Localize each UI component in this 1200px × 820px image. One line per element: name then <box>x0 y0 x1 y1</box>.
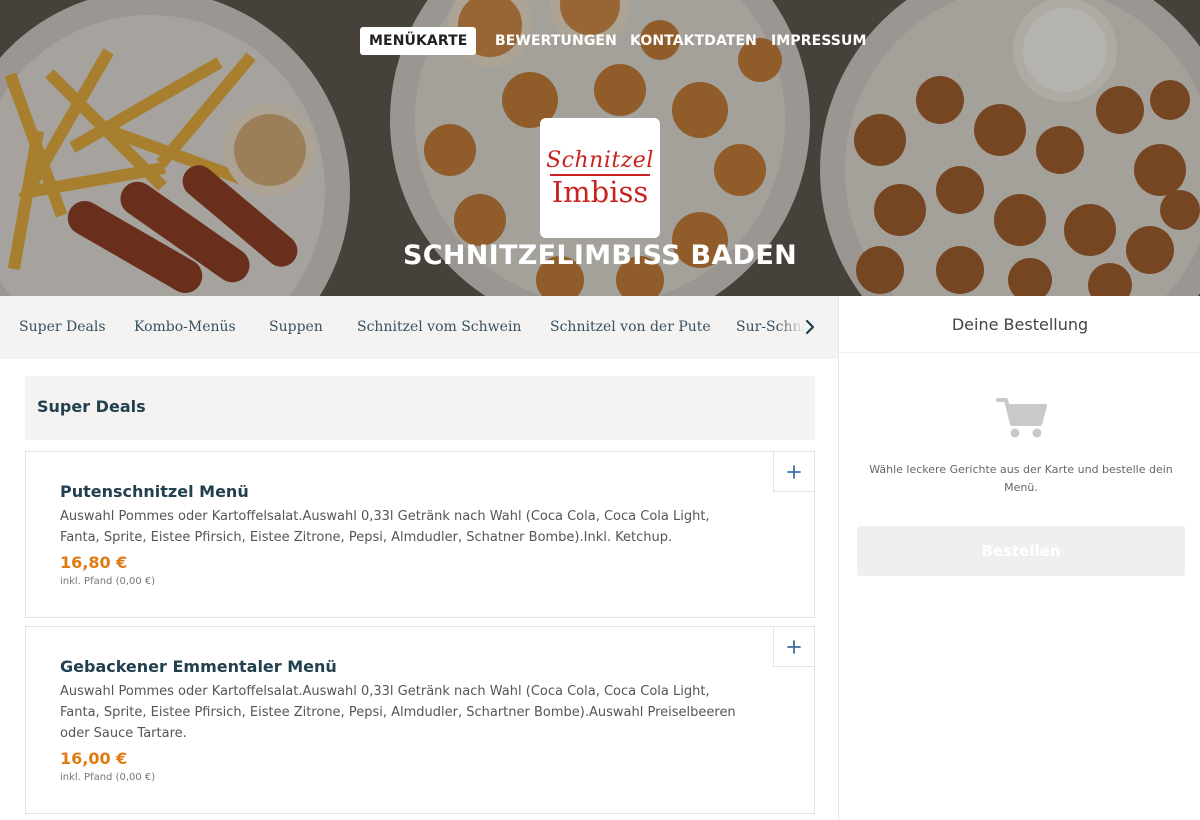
dish-deposit: inkl. Pfand (0,00 €) <box>60 772 156 783</box>
category-bar: Super Deals Kombo-Menüs Suppen Schnitzel… <box>0 296 838 359</box>
category-schnitzel-pute[interactable]: Schnitzel von der Pute <box>550 296 711 359</box>
add-dish-button[interactable] <box>773 627 814 667</box>
dish-deposit: inkl. Pfand (0,00 €) <box>60 576 156 587</box>
checkout-button[interactable]: Bestellen <box>857 526 1185 576</box>
category-suppen[interactable]: Suppen <box>269 296 323 359</box>
dish-card[interactable]: Gebackener Emmentaler Menü Auswahl Pomme… <box>25 626 815 814</box>
logo-line-1: Schnitzel <box>546 148 654 173</box>
hero-banner: MENÜKARTE BEWERTUNGEN KONTAKTDATEN IMPRE… <box>0 0 1200 296</box>
category-schnitzel-schwein[interactable]: Schnitzel vom Schwein <box>357 296 521 359</box>
nav-kontaktdaten[interactable]: KONTAKTDATEN <box>630 27 757 55</box>
dish-price: 16,80 € <box>60 553 128 572</box>
section-header: Super Deals <box>25 376 815 440</box>
nav-impressum[interactable]: IMPRESSUM <box>771 27 866 55</box>
dish-name: Gebackener Emmentaler Menü <box>60 657 337 676</box>
add-dish-button[interactable] <box>773 452 814 492</box>
restaurant-name: SCHNITZELIMBISS BADEN <box>403 240 797 271</box>
dish-card[interactable]: Putenschnitzel Menü Auswahl Pommes oder … <box>25 451 815 618</box>
logo-line-2: Imbiss <box>551 175 649 209</box>
category-super-deals[interactable]: Super Deals <box>19 296 106 359</box>
order-panel: Deine Bestellung Wähle leckere Gerichte … <box>838 296 1200 820</box>
restaurant-logo: Schnitzel Imbiss <box>540 118 660 238</box>
plus-icon <box>787 464 801 479</box>
nav-menukarte[interactable]: MENÜKARTE <box>360 27 477 55</box>
cart-icon <box>996 398 1047 438</box>
empty-cart-text: Wähle leckere Gerichte aus der Karte und… <box>869 463 1173 494</box>
top-navigation: MENÜKARTE BEWERTUNGEN KONTAKTDATEN IMPRE… <box>0 27 1200 55</box>
dish-price: 16,00 € <box>60 749 128 768</box>
dish-description: Auswahl Pommes oder Kartoffelsalat.Auswa… <box>60 684 736 741</box>
order-title: Deine Bestellung <box>839 296 1200 353</box>
dish-description: Auswahl Pommes oder Kartoffelsalat.Auswa… <box>60 509 710 545</box>
section-title: Super Deals <box>37 397 146 416</box>
nav-bewertungen[interactable]: BEWERTUNGEN <box>495 27 617 55</box>
chevron-right-icon[interactable] <box>800 317 820 337</box>
category-kombo-menus[interactable]: Kombo-Menüs <box>134 296 236 359</box>
plus-icon <box>787 639 801 654</box>
dish-name: Putenschnitzel Menü <box>60 482 249 501</box>
